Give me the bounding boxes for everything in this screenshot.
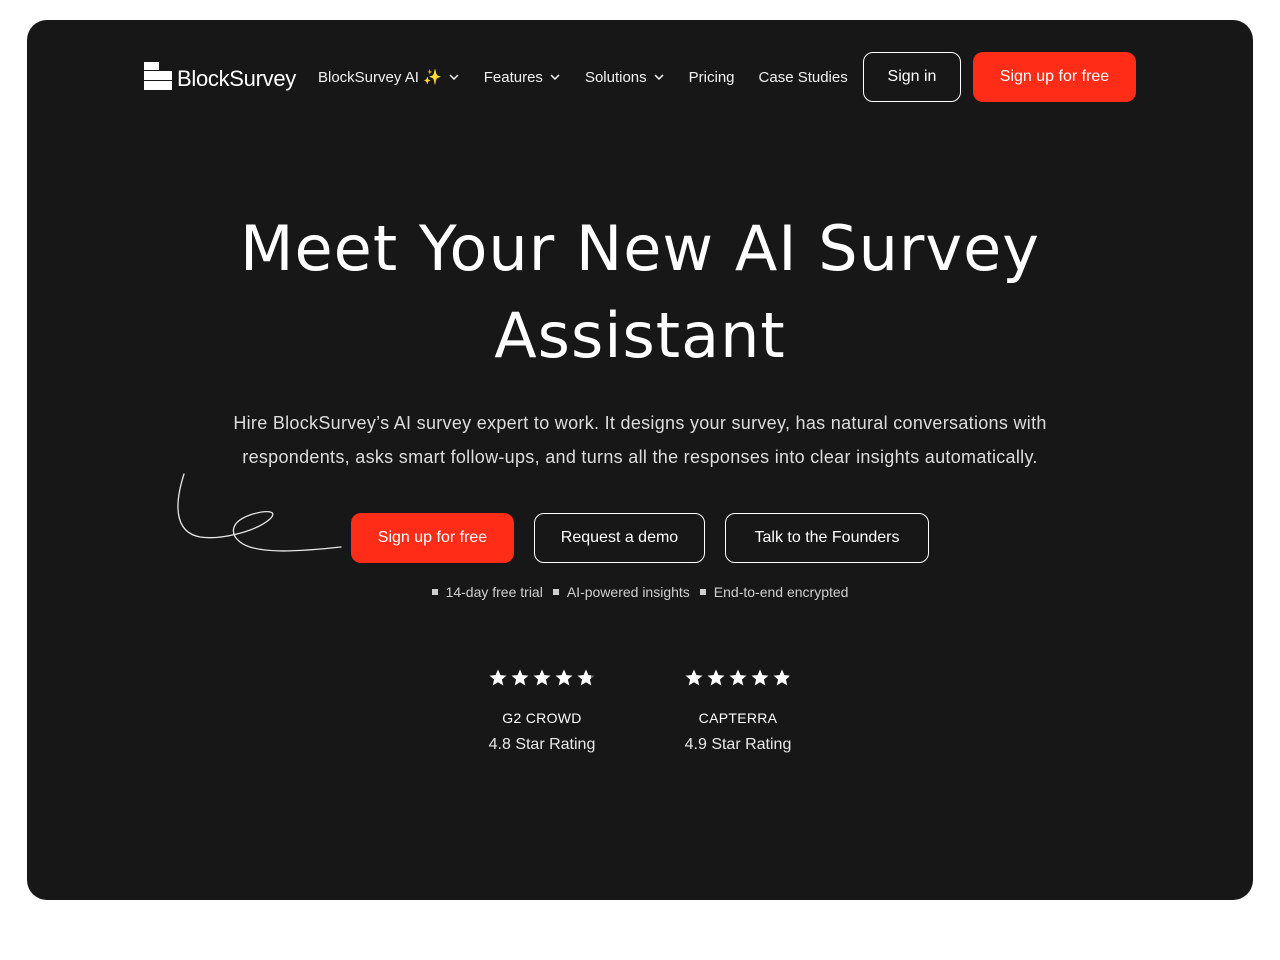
feature-item: AI-powered insights — [552, 584, 690, 600]
star-icon — [489, 669, 507, 686]
nav-item-solutions[interactable]: Solutions — [585, 69, 665, 86]
star-icon — [511, 669, 529, 686]
brand-logo[interactable]: BlockSurvey — [144, 62, 296, 91]
hero-sign-up-button[interactable]: Sign up for free — [351, 513, 514, 563]
chevron-down-icon — [449, 74, 459, 81]
square-bullet-icon — [552, 589, 559, 595]
star-rating — [472, 668, 612, 692]
nav-sign-up-button[interactable]: Sign up for free — [973, 52, 1136, 102]
square-bullet-icon — [431, 589, 438, 595]
nav-menu: BlockSurvey AI ✨ Features Solutions Pric… — [318, 68, 872, 87]
nav-item-case-studies[interactable]: Case Studies — [759, 69, 848, 86]
feature-list: 14-day free trial AI-powered insights En… — [27, 584, 1253, 600]
feature-label: End-to-end encrypted — [713, 584, 849, 600]
feature-item: 14-day free trial — [431, 584, 543, 600]
rating-capterra: CAPTERRA 4.9 Star Rating — [668, 668, 808, 754]
decorative-squiggle-icon — [177, 473, 342, 552]
request-demo-button[interactable]: Request a demo — [534, 513, 705, 563]
logo-mark-icon — [144, 62, 172, 90]
chevron-down-icon — [550, 74, 560, 81]
nav-item-features[interactable]: Features — [484, 69, 561, 86]
rating-g2-crowd: G2 CROWD 4.8 Star Rating — [472, 668, 612, 754]
top-navigation: BlockSurvey BlockSurvey AI ✨ Features So… — [27, 20, 1253, 140]
star-rating — [668, 668, 808, 692]
rating-score: 4.9 Star Rating — [684, 736, 792, 753]
star-icon — [685, 669, 703, 686]
sign-in-button[interactable]: Sign in — [863, 52, 961, 102]
star-icon — [555, 669, 573, 686]
feature-item: End-to-end encrypted — [699, 584, 849, 600]
hero-section: BlockSurvey BlockSurvey AI ✨ Features So… — [27, 20, 1253, 900]
brand-name: BlockSurvey — [177, 66, 296, 91]
talk-to-founders-button[interactable]: Talk to the Founders — [725, 513, 929, 563]
headline-line-1: Meet Your New AI Survey — [240, 212, 1040, 285]
feature-label: AI-powered insights — [566, 584, 690, 600]
nav-item-blocksurvey-ai[interactable]: BlockSurvey AI ✨ — [318, 68, 460, 86]
chevron-down-icon — [654, 74, 664, 81]
rating-source: G2 CROWD — [502, 710, 582, 726]
hero-subtext: Hire BlockSurvey’s AI survey expert to w… — [190, 406, 1090, 474]
nav-item-label: Pricing — [688, 68, 735, 86]
subtext-line-1: Hire BlockSurvey’s AI survey expert to w… — [233, 413, 1047, 433]
star-icon — [773, 669, 791, 686]
star-icon — [577, 669, 595, 686]
star-icon — [751, 669, 769, 686]
rating-source: CAPTERRA — [698, 710, 778, 726]
subtext-line-2: respondents, asks smart follow-ups, and … — [242, 447, 1038, 467]
star-icon — [533, 669, 551, 686]
headline-line-2: Assistant — [494, 299, 786, 372]
nav-item-pricing[interactable]: Pricing — [689, 69, 735, 86]
square-bullet-icon — [699, 589, 706, 595]
rating-score: 4.8 Star Rating — [488, 736, 596, 753]
page-title: Meet Your New AI Survey Assistant — [27, 205, 1253, 379]
feature-label: 14-day free trial — [445, 584, 543, 600]
nav-item-label: Case Studies — [758, 68, 848, 86]
star-icon — [729, 669, 747, 686]
nav-item-label: Features — [483, 68, 543, 86]
nav-item-label: BlockSurvey AI ✨ — [318, 69, 442, 86]
nav-item-label: Solutions — [584, 68, 647, 86]
star-icon — [707, 669, 725, 686]
